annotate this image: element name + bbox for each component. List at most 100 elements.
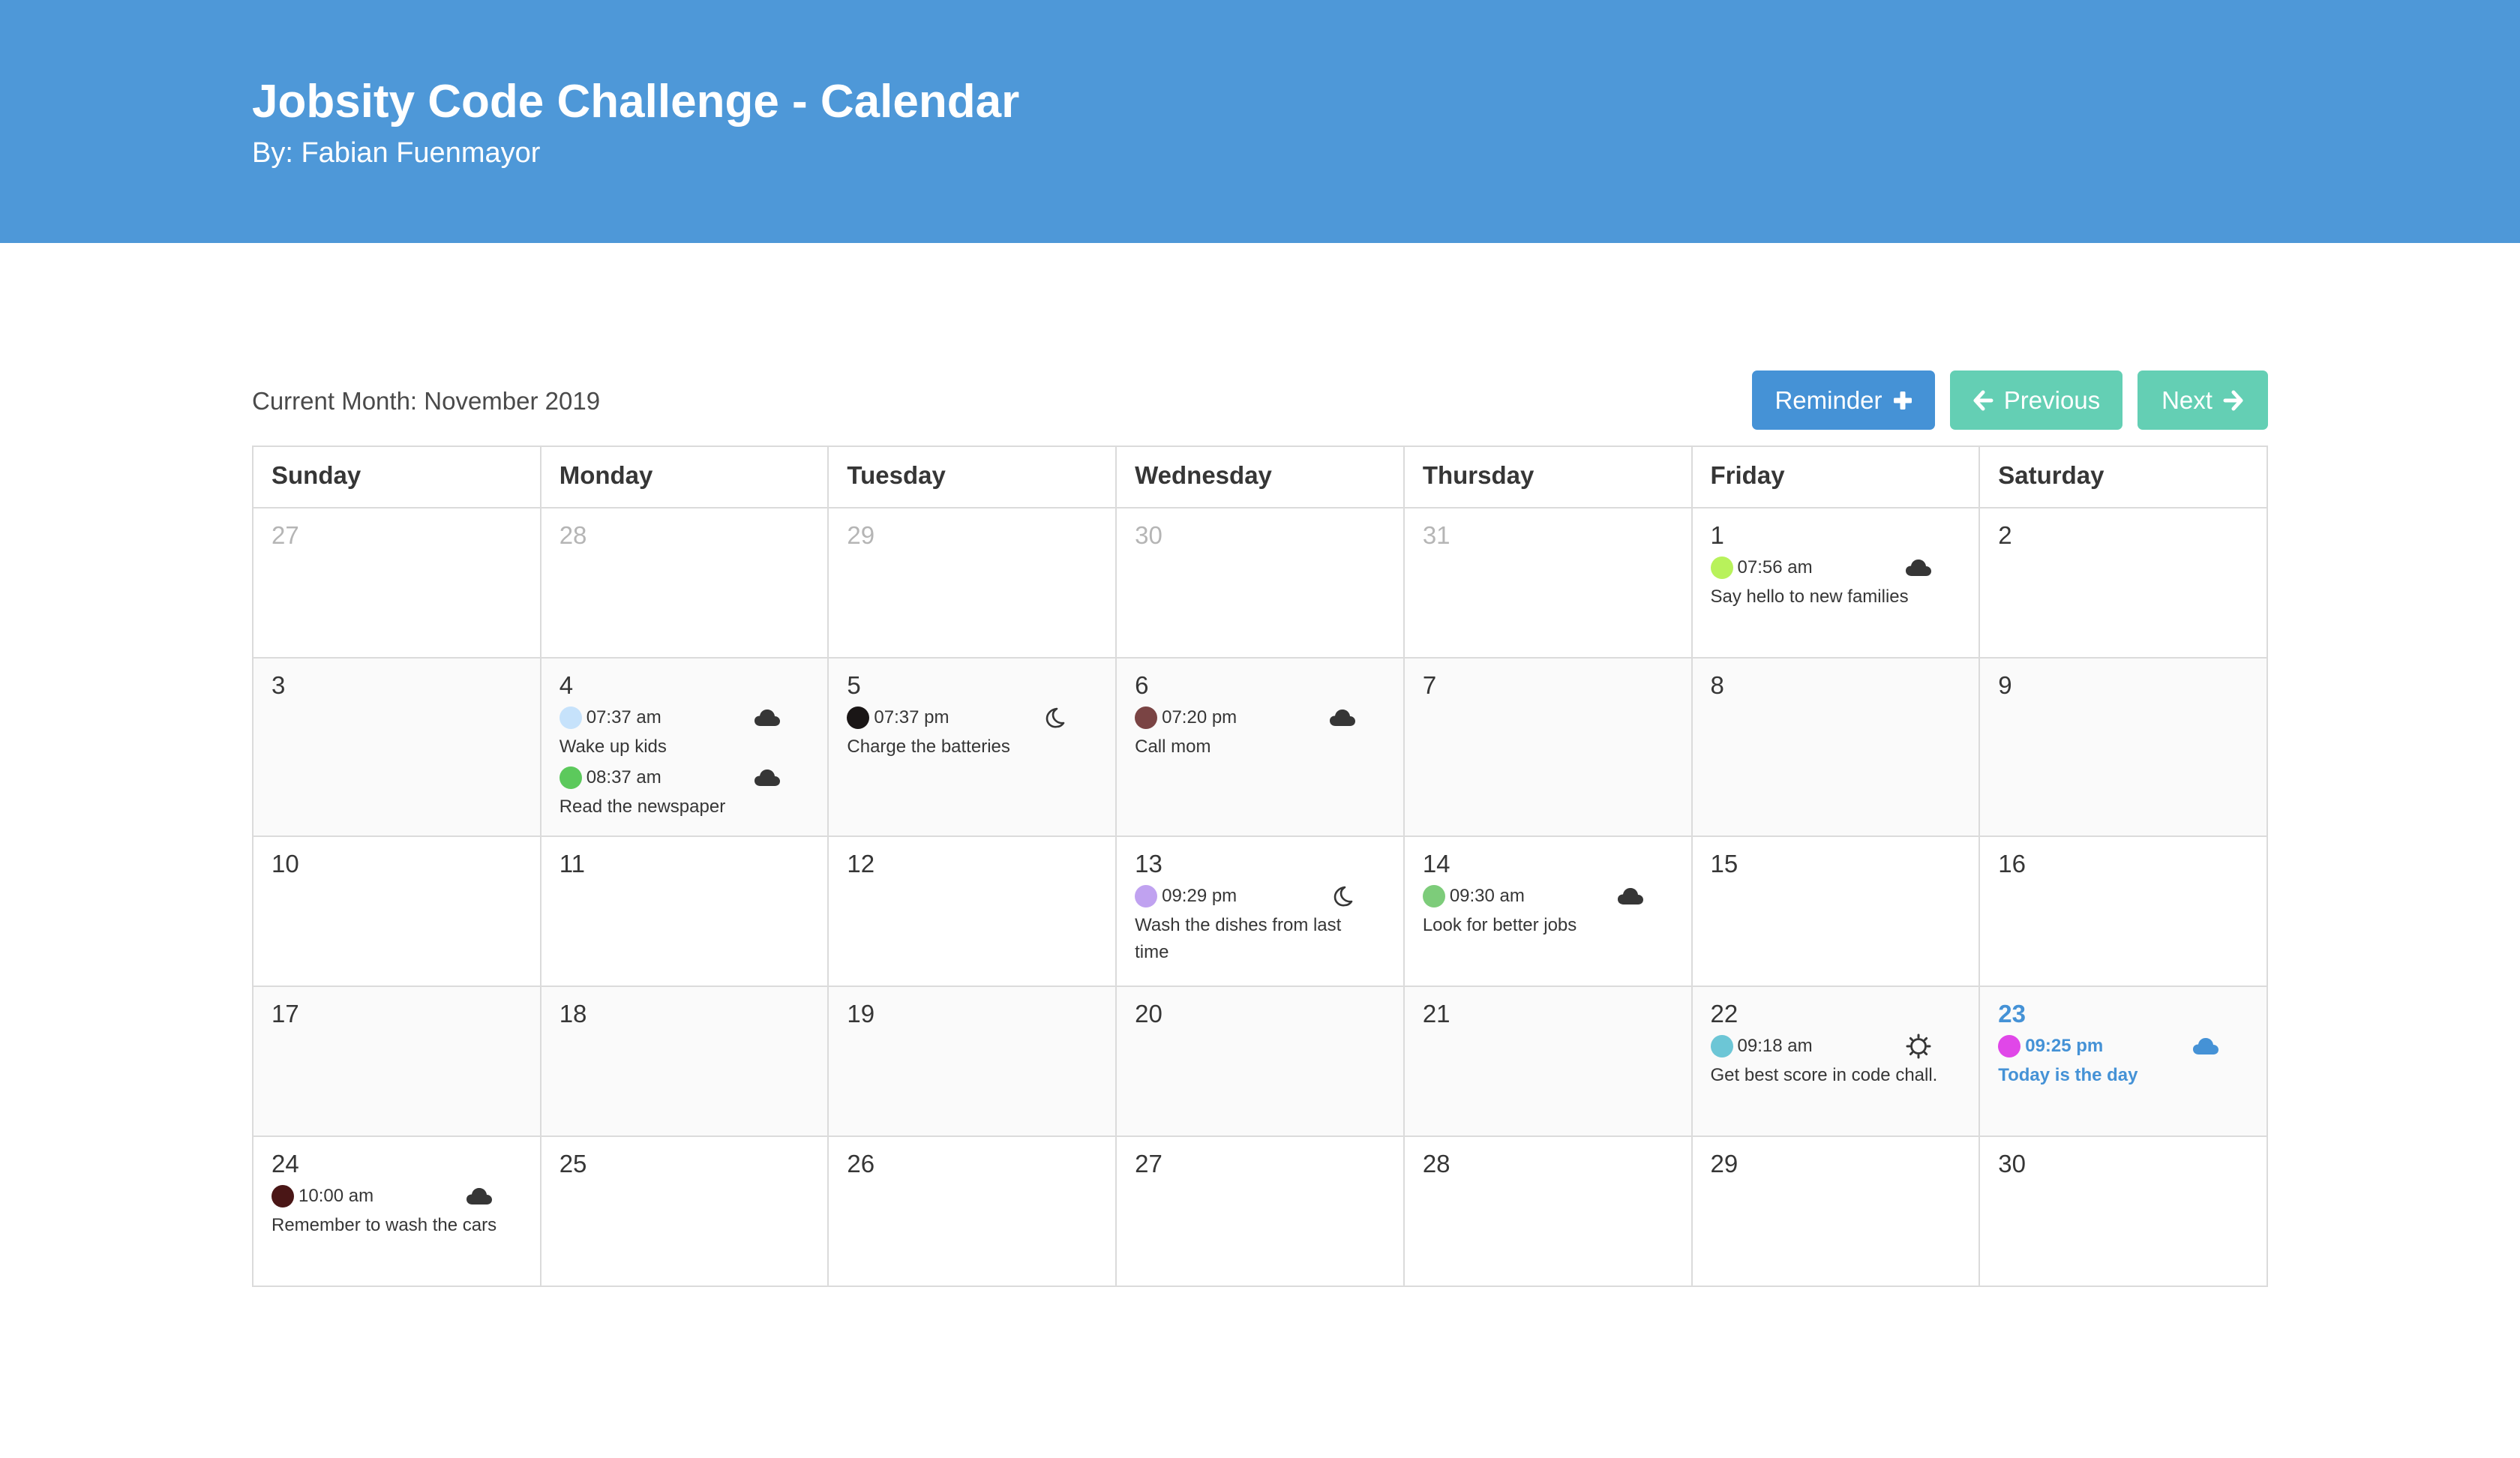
- day-number: 14: [1422, 850, 1450, 878]
- cloud-icon: [1328, 706, 1357, 730]
- day-number: 9: [1998, 671, 2012, 699]
- day-cell-saturday[interactable]: 23 09:25 pm Today is the day: [1978, 986, 2268, 1137]
- day-cell-thursday[interactable]: 28: [1402, 1136, 1693, 1287]
- reminder-item[interactable]: 09:29 pm Wash the dishes from last time: [1135, 882, 1385, 966]
- day-cell-wednesday[interactable]: 20: [1115, 986, 1405, 1137]
- day-number: 30: [1998, 1150, 2026, 1178]
- page-header: Jobsity Code Challenge - Calendar By: Fa…: [0, 0, 2520, 243]
- day-cell-monday[interactable]: 28: [539, 507, 830, 658]
- previous-month-button-label: Previous: [2003, 386, 2101, 414]
- day-cell-tuesday[interactable]: 29: [827, 507, 1118, 658]
- reminder-item[interactable]: 09:25 pm Today is the day: [1998, 1032, 2248, 1089]
- day-cell-saturday[interactable]: 16: [1978, 836, 2268, 987]
- reminder-text: Wake up kids: [559, 736, 667, 757]
- reminder-item[interactable]: 08:37 am Read the newspaper: [559, 764, 810, 820]
- calendar-grid: Sunday Monday Tuesday Wednesday Thursday…: [252, 446, 2268, 1287]
- day-cell-monday[interactable]: 4 07:37 am Wake up kids 08:37 am Read the ne…: [539, 657, 830, 837]
- day-number: 30: [1135, 521, 1162, 549]
- reminder-text: Look for better jobs: [1422, 915, 1577, 935]
- cloud-icon: [2192, 1034, 2220, 1058]
- reminder-header: 07:20 pm: [1135, 704, 1385, 732]
- cloud-icon: [1616, 884, 1645, 908]
- day-number: 3: [272, 671, 286, 699]
- day-cell-wednesday[interactable]: 27: [1115, 1136, 1405, 1287]
- day-cell-monday[interactable]: 11: [539, 836, 830, 987]
- day-number: 22: [1710, 1000, 1738, 1028]
- day-cell-tuesday[interactable]: 26: [827, 1136, 1118, 1287]
- weekday-header-wednesday: Wednesday: [1115, 446, 1405, 508]
- day-cell-wednesday[interactable]: 30: [1115, 507, 1405, 658]
- reminder-text: Get best score in code chall.: [1710, 1065, 1938, 1085]
- reminder-color-dot: [272, 1185, 294, 1208]
- day-cell-monday[interactable]: 25: [539, 1136, 830, 1287]
- day-number: 5: [847, 671, 861, 699]
- day-cell-friday[interactable]: 29: [1690, 1136, 1981, 1287]
- day-cell-sunday[interactable]: 17: [252, 986, 542, 1137]
- add-reminder-button-label: Reminder: [1774, 386, 1882, 414]
- reminder-item[interactable]: 09:18 am Get best score in code chall.: [1710, 1032, 1961, 1089]
- weekday-header-thursday: Thursday: [1402, 446, 1693, 508]
- day-cell-friday[interactable]: 15: [1690, 836, 1981, 987]
- day-number: 28: [559, 521, 587, 549]
- day-number: 27: [1135, 1150, 1162, 1178]
- day-cell-saturday[interactable]: 2: [1978, 507, 2268, 658]
- weekday-header-sunday: Sunday: [252, 446, 542, 508]
- day-cell-friday[interactable]: 22 09:18 am Get best score in code chall.: [1690, 986, 1981, 1137]
- reminder-time: 07:37 am: [586, 707, 662, 728]
- reminder-time: 07:20 pm: [1162, 707, 1238, 728]
- day-number: 11: [559, 850, 585, 878]
- day-cell-friday[interactable]: 8: [1690, 657, 1981, 837]
- reminder-header: 07:37 pm: [847, 704, 1097, 732]
- day-number: 15: [1710, 850, 1738, 878]
- day-cell-tuesday[interactable]: 12: [827, 836, 1118, 987]
- day-cell-saturday[interactable]: 30: [1978, 1136, 2268, 1287]
- day-cell-sunday[interactable]: 27: [252, 507, 542, 658]
- day-number: 31: [1422, 521, 1450, 549]
- reminder-item[interactable]: 07:20 pm Call mom: [1135, 704, 1385, 760]
- reminder-color-dot: [1998, 1035, 2021, 1058]
- reminder-item[interactable]: 10:00 am Remember to wash the cars: [272, 1182, 522, 1239]
- cloud-icon: [1904, 556, 1933, 580]
- day-cell-tuesday[interactable]: 19: [827, 986, 1118, 1137]
- reminder-item[interactable]: 09:30 am Look for better jobs: [1422, 882, 1673, 939]
- previous-month-button[interactable]: Previous: [1950, 370, 2122, 430]
- reminder-item[interactable]: 07:37 pm Charge the batteries: [847, 704, 1097, 760]
- day-number: 24: [272, 1150, 299, 1178]
- day-cell-thursday[interactable]: 14 09:30 am Look for better jobs: [1402, 836, 1693, 987]
- reminder-color-dot: [1135, 706, 1158, 729]
- day-cell-wednesday[interactable]: 6 07:20 pm Call mom: [1115, 657, 1405, 837]
- day-cell-monday[interactable]: 18: [539, 986, 830, 1137]
- weekday-header-tuesday: Tuesday: [827, 446, 1118, 508]
- add-reminder-button[interactable]: Reminder: [1752, 370, 1935, 430]
- weekday-header-monday: Monday: [539, 446, 830, 508]
- reminder-header: 08:37 am: [559, 764, 810, 792]
- day-cell-saturday[interactable]: 9: [1978, 657, 2268, 837]
- day-cell-thursday[interactable]: 31: [1402, 507, 1693, 658]
- day-cell-sunday[interactable]: 24 10:00 am Remember to wash the cars: [252, 1136, 542, 1287]
- day-cell-friday[interactable]: 1 07:56 am Say hello to new families: [1690, 507, 1981, 658]
- day-number: 8: [1710, 671, 1724, 699]
- day-cell-sunday[interactable]: 3: [252, 657, 542, 837]
- page-subtitle: By: Fabian Fuenmayor: [252, 137, 541, 169]
- reminder-time: 09:25 pm: [2025, 1036, 2104, 1056]
- day-cell-wednesday[interactable]: 13 09:29 pm Wash the dishes from last time: [1115, 836, 1405, 987]
- day-cell-sunday[interactable]: 10: [252, 836, 542, 987]
- reminder-text: Wash the dishes from last time: [1135, 915, 1342, 962]
- reminder-header: 09:29 pm: [1135, 882, 1385, 910]
- reminder-color-dot: [1710, 556, 1733, 579]
- reminder-header: 07:56 am: [1710, 554, 1961, 582]
- reminder-item[interactable]: 07:37 am Wake up kids: [559, 704, 810, 760]
- current-month-label: Current Month: November 2019: [252, 387, 601, 415]
- next-month-button[interactable]: Next: [2138, 370, 2268, 430]
- day-number: 29: [1710, 1150, 1738, 1178]
- day-number: 10: [272, 850, 299, 878]
- day-cell-thursday[interactable]: 21: [1402, 986, 1693, 1137]
- reminder-item[interactable]: 07:56 am Say hello to new families: [1710, 554, 1961, 610]
- day-cell-tuesday[interactable]: 5 07:37 pm Charge the batteries: [827, 657, 1118, 837]
- reminder-text: Today is the day: [1998, 1065, 2138, 1085]
- arrow-right-icon: [2223, 390, 2244, 411]
- reminder-header: 07:37 am: [559, 704, 810, 732]
- day-cell-thursday[interactable]: 7: [1402, 657, 1693, 837]
- day-number: 2: [1998, 521, 2012, 549]
- day-number: 28: [1422, 1150, 1450, 1178]
